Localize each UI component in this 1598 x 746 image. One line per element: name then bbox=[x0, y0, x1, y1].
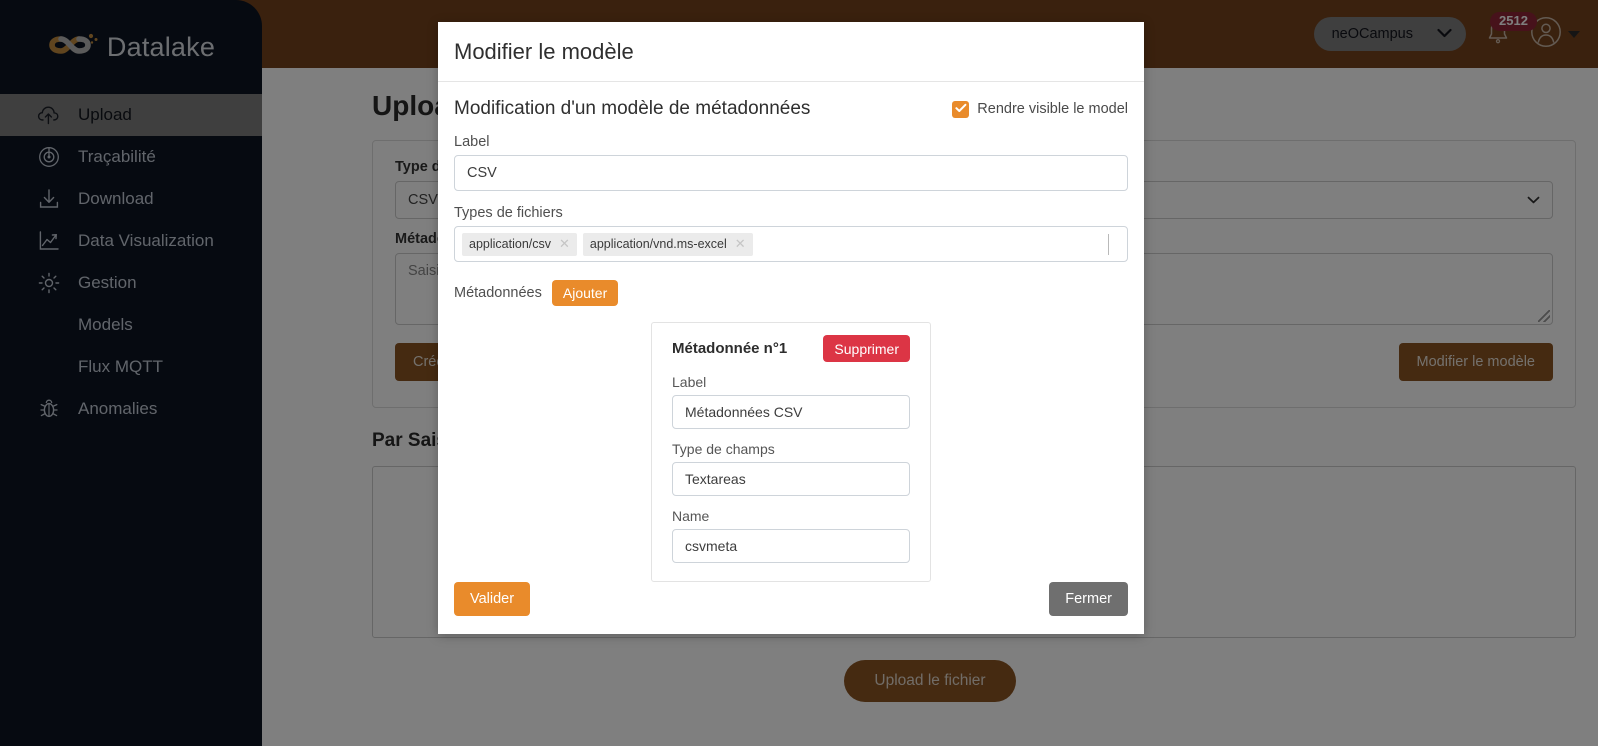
metadata-name-label: Name bbox=[672, 508, 710, 524]
add-metadata-button[interactable]: Ajouter bbox=[551, 280, 619, 306]
visible-model-checkbox-row[interactable]: Rendre visible le model bbox=[952, 100, 1128, 118]
filetype-tag[interactable]: application/csv ✕ bbox=[462, 232, 577, 256]
modal-body: Modification d'un modèle de métadonnées … bbox=[438, 82, 1144, 582]
visible-model-checkbox[interactable] bbox=[952, 100, 970, 118]
model-label-field-label: Label bbox=[454, 134, 490, 150]
filetype-tag-label: application/csv bbox=[469, 237, 551, 251]
check-icon bbox=[955, 101, 967, 117]
modal-subtitle-row: Modification d'un modèle de métadonnées … bbox=[454, 98, 1128, 120]
visible-model-checkbox-label: Rendre visible le model bbox=[977, 101, 1128, 117]
metadata-section-label: Métadonnées bbox=[454, 285, 542, 301]
metadata-label-input[interactable]: Métadonnées CSV bbox=[672, 395, 910, 429]
filetypes-field-label: Types de fichiers bbox=[454, 205, 563, 221]
model-label-input[interactable]: CSV bbox=[454, 155, 1128, 191]
filetypes-tag-input[interactable]: application/csv ✕ application/vnd.ms-exc… bbox=[454, 226, 1128, 262]
metadata-card-title: Métadonnée n°1 bbox=[672, 340, 788, 357]
metadata-name-input[interactable]: csvmeta bbox=[672, 529, 910, 563]
metadata-fieldtype-label: Type de champs bbox=[672, 441, 775, 457]
metadata-fieldtype-input[interactable]: Textareas bbox=[672, 462, 910, 496]
filetype-tag[interactable]: application/vnd.ms-excel ✕ bbox=[582, 232, 753, 256]
close-modal-button[interactable]: Fermer bbox=[1049, 582, 1128, 616]
modal-footer: Valider Fermer bbox=[438, 582, 1144, 634]
model-label-input-value: CSV bbox=[467, 165, 497, 181]
edit-model-modal: Modifier le modèle Modification d'un mod… bbox=[438, 22, 1144, 634]
modal-title: Modifier le modèle bbox=[454, 38, 634, 64]
validate-button[interactable]: Valider bbox=[454, 582, 531, 616]
metadata-name-value: csvmeta bbox=[685, 538, 738, 554]
metadata-label-field-label: Label bbox=[672, 374, 707, 390]
filetype-tag-label: application/vnd.ms-excel bbox=[589, 237, 727, 251]
modal-header: Modifier le modèle bbox=[438, 22, 1144, 82]
modal-subtitle: Modification d'un modèle de métadonnées bbox=[454, 98, 811, 119]
text-caret bbox=[1108, 234, 1109, 255]
metadata-fieldtype-value: Textareas bbox=[685, 471, 746, 487]
metadata-card: Métadonnée n°1 Supprimer Label Métadonné… bbox=[651, 322, 931, 582]
close-icon[interactable]: ✕ bbox=[735, 236, 746, 252]
close-icon[interactable]: ✕ bbox=[559, 236, 570, 252]
metadata-label-input-value: Métadonnées CSV bbox=[685, 404, 803, 420]
delete-metadata-button[interactable]: Supprimer bbox=[823, 335, 910, 362]
metadata-add-row: Métadonnées Ajouter bbox=[454, 280, 1128, 306]
app-root: neOCampus 2512 bbox=[0, 0, 1598, 746]
metadata-card-header: Métadonnée n°1 Supprimer bbox=[672, 335, 910, 362]
